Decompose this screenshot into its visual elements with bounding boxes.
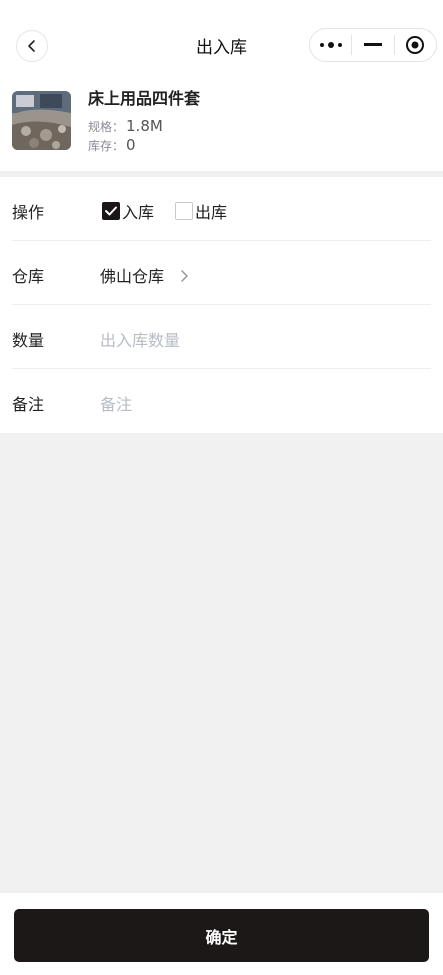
chevron-right-icon (181, 270, 188, 282)
remark-input[interactable]: 备注 (100, 391, 132, 415)
remark-row: 备注 备注 (12, 369, 431, 433)
more-dots-icon (319, 42, 342, 48)
option-inbound[interactable]: 入库 (102, 199, 154, 223)
quantity-label: 数量 (12, 331, 45, 350)
spec-label: 规格： (88, 120, 125, 134)
remark-label: 备注 (12, 395, 45, 414)
confirm-button[interactable]: 确定 (14, 909, 429, 962)
target-circle-icon (406, 36, 425, 54)
bottom-bar: 确定 (0, 893, 443, 975)
stock-label: 库存： (88, 139, 125, 153)
minus-icon (364, 43, 382, 46)
quantity-input[interactable]: 出入库数量 (100, 327, 180, 351)
stock-form: 操作 入库 出库 仓库 佛山仓库 数量 出入库数量 备注 备注 (0, 177, 443, 433)
warehouse-name: 佛山仓库 (100, 267, 165, 286)
warehouse-row[interactable]: 仓库 佛山仓库 (12, 241, 431, 305)
close-button[interactable] (395, 29, 436, 61)
warehouse-label: 仓库 (12, 267, 45, 286)
spec-value: 1.8M (126, 117, 163, 135)
operation-label: 操作 (12, 203, 45, 222)
operation-row: 操作 入库 出库 (12, 177, 431, 241)
checkbox-unchecked-icon (175, 202, 193, 220)
stock-row: 库存： 0 (88, 136, 136, 154)
product-card: 床上用品四件套 规格： 1.8M 库存： 0 (0, 75, 443, 171)
product-name: 床上用品四件套 (88, 89, 201, 108)
stock-value: 0 (126, 136, 136, 154)
quantity-row: 数量 出入库数量 (12, 305, 431, 369)
mini-program-capsule (309, 28, 437, 62)
minimize-button[interactable] (352, 29, 393, 61)
page: 出入库 床上用品四件套 规格： 1.8M 库存： 0 操作 入库 出库 仓库 佛… (0, 0, 443, 975)
warehouse-value[interactable]: 佛山仓库 (100, 263, 191, 287)
product-image (12, 91, 71, 150)
option-outbound[interactable]: 出库 (175, 199, 227, 223)
checkbox-checked-icon (102, 202, 120, 220)
option-inbound-label: 入库 (122, 203, 155, 222)
option-outbound-label: 出库 (195, 203, 228, 222)
spec-row: 规格： 1.8M (88, 117, 163, 135)
more-button[interactable] (310, 29, 351, 61)
